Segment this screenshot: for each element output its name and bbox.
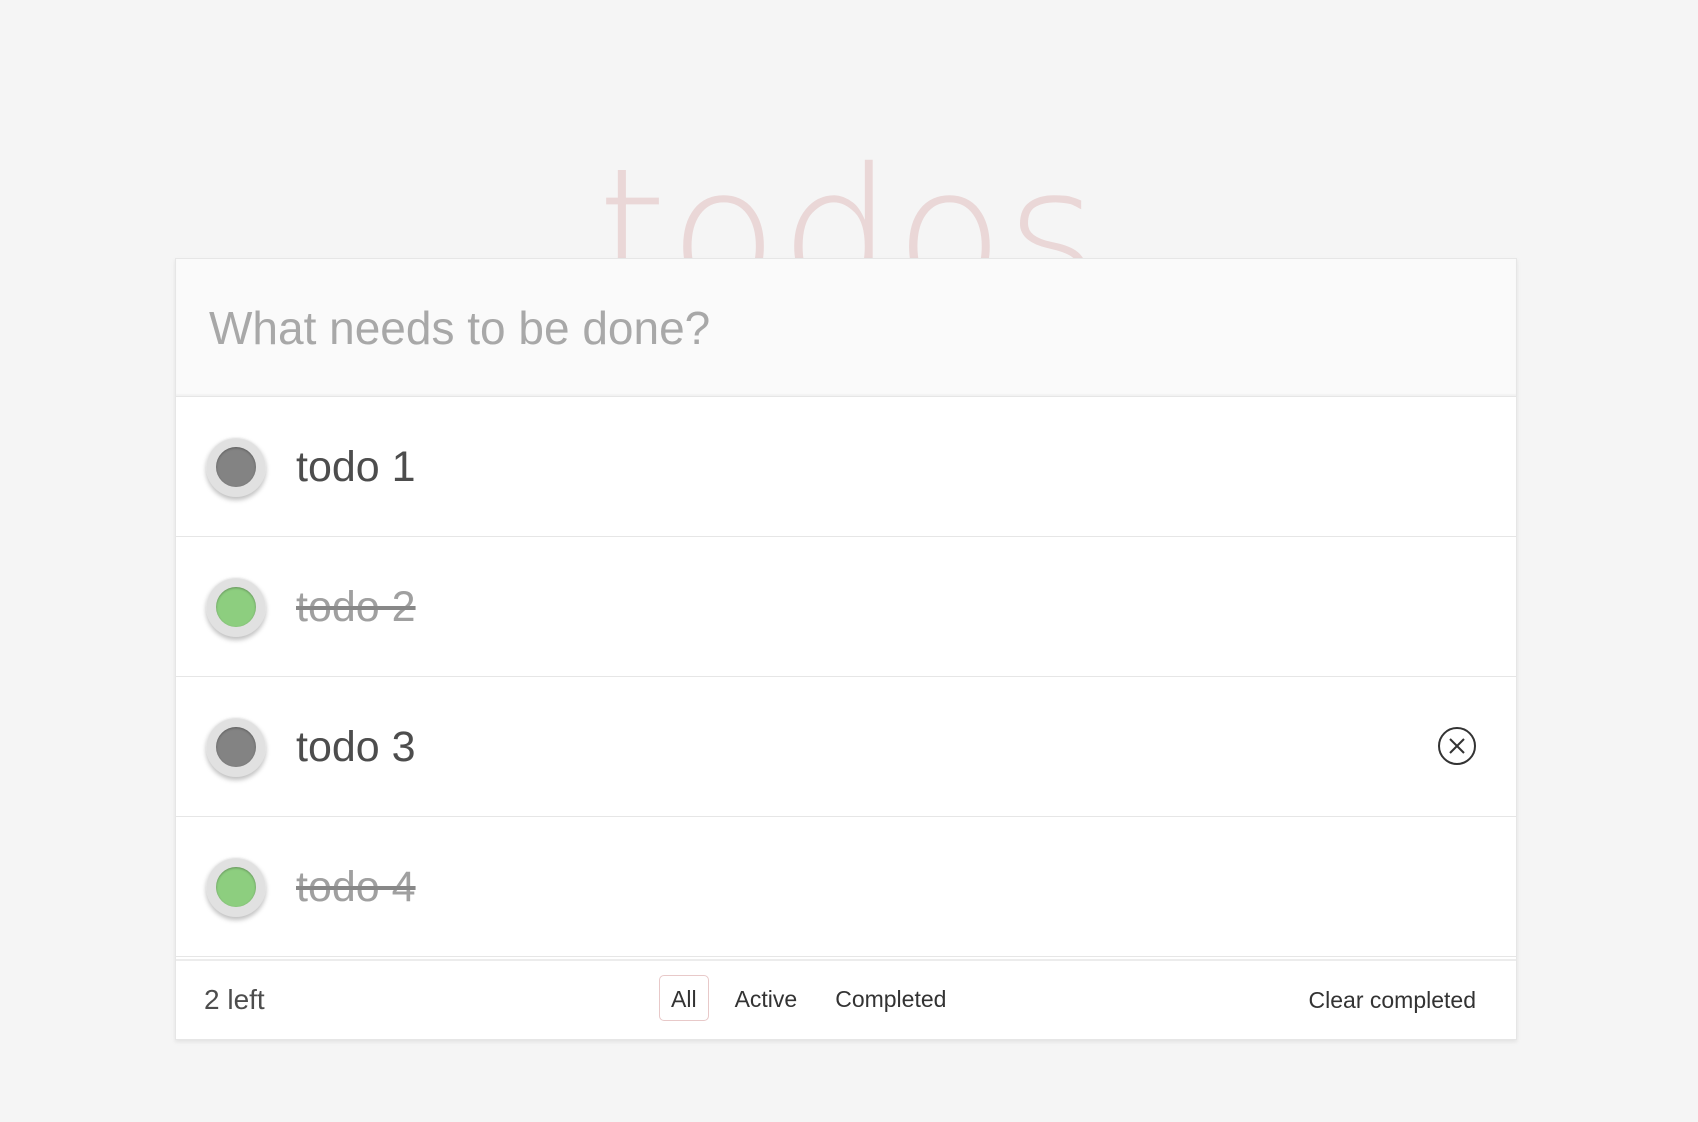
toggle-indicator-icon	[216, 447, 256, 487]
toggle-indicator-icon	[216, 587, 256, 627]
todo-toggle[interactable]	[206, 577, 266, 637]
todo-toggle[interactable]	[206, 437, 266, 497]
todo-item[interactable]: todo 2	[176, 537, 1516, 677]
filter-completed[interactable]: Completed	[823, 975, 958, 1021]
todo-label[interactable]: todo 1	[296, 397, 416, 537]
todo-item[interactable]: todo 4	[176, 817, 1516, 957]
todo-label[interactable]: todo 3	[296, 677, 416, 817]
todo-item[interactable]: todo 1	[176, 397, 1516, 537]
filter-all[interactable]: All	[659, 975, 709, 1021]
new-todo-input[interactable]	[176, 259, 1516, 397]
filter-tabs: All Active Completed	[659, 975, 958, 1021]
toggle-indicator-icon	[216, 867, 256, 907]
todo-label[interactable]: todo 2	[296, 537, 416, 677]
todo-app: todo 1 todo 2 todo 3 todo 4	[175, 258, 1517, 1040]
toggle-indicator-icon	[216, 727, 256, 767]
todo-item[interactable]: todo 3	[176, 677, 1516, 817]
todo-footer: 2 left All Active Completed Clear comple…	[176, 959, 1516, 1039]
todo-toggle[interactable]	[206, 857, 266, 917]
todo-label[interactable]: todo 4	[296, 817, 416, 957]
clear-completed-button[interactable]: Clear completed	[1309, 961, 1476, 1039]
close-circle-icon[interactable]	[1438, 727, 1476, 765]
todo-list: todo 1 todo 2 todo 3 todo 4	[176, 397, 1516, 957]
todo-toggle[interactable]	[206, 717, 266, 777]
items-left-count: 2 left	[204, 984, 265, 1015]
filter-active[interactable]: Active	[723, 975, 810, 1021]
